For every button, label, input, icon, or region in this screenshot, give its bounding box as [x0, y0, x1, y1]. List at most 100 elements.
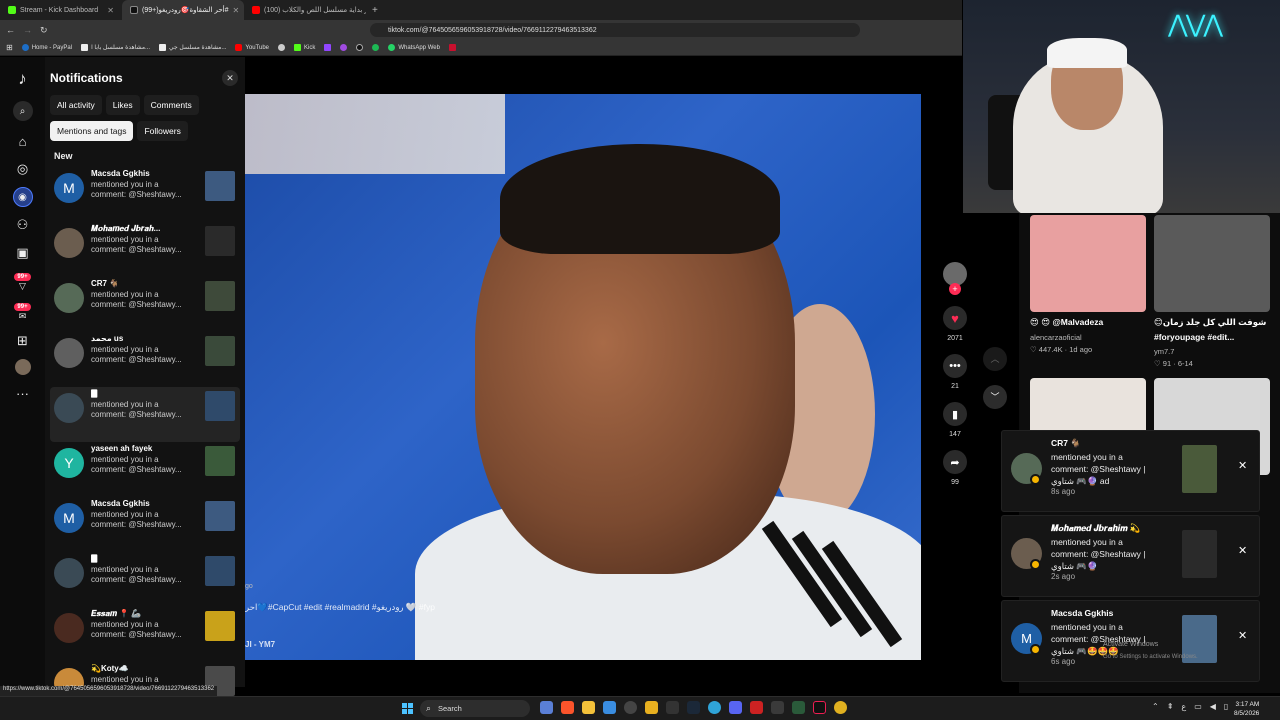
grid-user-1[interactable]: alencarzaoficial	[1030, 333, 1082, 342]
store-icon[interactable]	[603, 701, 616, 714]
bookmark-icon[interactable]: ▮	[943, 402, 967, 426]
friends-icon[interactable]: ⚇	[13, 215, 33, 235]
notification-avatar[interactable]	[54, 283, 84, 313]
notification-avatar[interactable]	[54, 613, 84, 643]
notification-username[interactable]: 💫Koty☁️	[91, 664, 191, 675]
share-icon[interactable]: ➦	[943, 450, 967, 474]
notification-row[interactable]: M Macsda Ggkhis mentioned you in a comment…	[50, 497, 240, 552]
toast-username[interactable]: CR7 🐐	[1051, 438, 1081, 449]
video-caption[interactable]: احر💙#CapCut #edit #realmadrid #رودريغو 🤍…	[245, 602, 435, 613]
app-icon[interactable]	[645, 701, 658, 714]
taskbar-search[interactable]: Search	[420, 700, 530, 717]
edge-icon[interactable]	[708, 701, 721, 714]
tab-kick[interactable]: Stream - Kick Dashboard ✕	[0, 0, 122, 20]
activity-icon[interactable]: 99+ ▽	[13, 271, 33, 293]
chevron-up-icon[interactable]: ⌃	[1152, 702, 1159, 711]
notification-username[interactable]: CR7 🐐	[91, 279, 191, 290]
notification-username[interactable]: 𝑴𝒐𝒉𝒂𝒎𝒆𝒅 𝑱𝒃𝒓𝒂𝒉...	[91, 224, 191, 235]
toast-close-icon[interactable]: ✕	[1238, 459, 1247, 472]
more-icon[interactable]: ···	[13, 383, 33, 403]
bookmark-youtube[interactable]: YouTube	[235, 44, 269, 51]
like-heart-icon[interactable]: ♥	[943, 306, 967, 330]
search-icon[interactable]: ⌕	[12, 101, 33, 121]
grid-title-1[interactable]: 😍 😍 @Malvadeza	[1030, 317, 1103, 328]
grid-user-2[interactable]: ym7.7	[1154, 347, 1174, 356]
explore-icon[interactable]: ◎	[13, 159, 33, 179]
follow-plus-icon[interactable]: +	[949, 283, 961, 295]
windows-start-icon[interactable]	[402, 703, 413, 714]
notification-video-thumbnail[interactable]	[205, 391, 235, 421]
usb-icon[interactable]: ⇞	[1167, 702, 1174, 711]
terminal-icon[interactable]	[666, 701, 679, 714]
profile-avatar[interactable]	[14, 359, 31, 375]
adobe-icon[interactable]	[750, 701, 763, 714]
bookmark-globe[interactable]	[278, 44, 285, 51]
notification-video-thumbnail[interactable]	[205, 336, 235, 366]
notification-row[interactable]: 🀫 mentioned you in a comment: @Sheshtawy.…	[50, 552, 240, 607]
close-notifications-button[interactable]: ✕	[222, 70, 238, 86]
bookmark-twitch[interactable]	[324, 44, 332, 51]
notification-row[interactable]: 𝑴𝒐𝒉𝒂𝒎𝒆𝒅 𝑱𝒃𝒓𝒂𝒉... mentioned you in a comme…	[50, 222, 240, 277]
toast-close-icon[interactable]: ✕	[1238, 544, 1247, 557]
home-icon[interactable]: ⌂	[13, 131, 33, 151]
bookmark-spotify[interactable]	[372, 44, 380, 51]
notification-username[interactable]: 🀫	[91, 554, 191, 565]
bookmark-2[interactable]: مشاهدة مسلسل جي...	[159, 44, 226, 51]
notification-username[interactable]: محمد us	[91, 334, 191, 345]
new-tab-button[interactable]: +	[366, 5, 384, 16]
brave-icon[interactable]	[561, 701, 574, 714]
toast-video-thumbnail[interactable]	[1182, 530, 1217, 578]
volume-icon[interactable]: ◀	[1210, 702, 1216, 711]
notification-avatar[interactable]	[54, 393, 84, 423]
forward-icon[interactable]: →	[23, 25, 32, 35]
next-video-chevron-down-icon[interactable]: ﹀	[983, 385, 1007, 409]
bookmark-whatsapp[interactable]: WhatsApp Web	[388, 44, 440, 51]
chrome-icon[interactable]	[834, 701, 847, 714]
upload-icon[interactable]: ⊞	[13, 331, 33, 351]
toast-close-icon[interactable]: ✕	[1238, 629, 1247, 642]
filter-mentions-tags[interactable]: Mentions and tags	[50, 121, 134, 141]
filter-comments[interactable]: Comments	[143, 95, 199, 115]
bookmark-kick[interactable]: Kick	[294, 44, 315, 51]
notification-avatar[interactable]	[54, 558, 84, 588]
bookmark-1[interactable]: مشاهدة مسلسل بابا ا...	[81, 44, 150, 51]
notification-username[interactable]: Macsda Ggkhis	[91, 499, 191, 510]
back-icon[interactable]: ←	[6, 25, 15, 35]
notification-avatar[interactable]: M	[54, 173, 84, 203]
filter-followers[interactable]: Followers	[137, 121, 188, 141]
tab-youtube[interactable]: (100) اثر بداية مسلسل اللص والكلاب ...✕	[244, 0, 366, 20]
battery-icon[interactable]: ▯	[1224, 702, 1228, 711]
grid-thumb-1[interactable]	[1030, 215, 1146, 312]
notification-video-thumbnail[interactable]	[205, 611, 235, 641]
file-explorer-icon[interactable]	[582, 701, 595, 714]
notification-username[interactable]: Macsda Ggkhis	[91, 169, 191, 180]
previous-video-chevron-up-icon[interactable]: ︿	[983, 347, 1007, 371]
comment-icon[interactable]: •••	[943, 354, 967, 378]
notification-row[interactable]: M Macsda Ggkhis mentioned you in a comment…	[50, 167, 240, 222]
close-tab-icon[interactable]: ✕	[233, 6, 240, 15]
copilot-icon[interactable]	[540, 701, 553, 714]
tiktok-logo-icon[interactable]: ♪	[13, 69, 33, 89]
messages-icon[interactable]: 99+ ✉	[13, 301, 33, 323]
notification-video-thumbnail[interactable]	[205, 226, 235, 256]
filter-likes[interactable]: Likes	[105, 95, 140, 115]
notification-avatar[interactable]	[54, 338, 84, 368]
notification-video-thumbnail[interactable]	[205, 501, 235, 531]
bookmark-paypal[interactable]: Home - PayPal	[21, 44, 72, 51]
tab-tiktok[interactable]: (99+)أحر الشقاوة🎯رودريغو# ✕	[122, 0, 244, 20]
notification-username[interactable]: 🀫	[91, 389, 191, 400]
notification-avatar[interactable]: M	[54, 503, 84, 533]
app3-icon[interactable]	[792, 701, 805, 714]
reload-icon[interactable]: ↻	[40, 25, 48, 36]
notification-row[interactable]: 🀫 mentioned you in a comment: @Sheshtawy.…	[50, 387, 240, 442]
notification-video-thumbnail[interactable]	[205, 446, 235, 476]
url-input[interactable]: tiktok.com/@7645056596053918728/video/76…	[370, 23, 860, 37]
taskbar-clock[interactable]: 3:17 AM 8/5/2026	[1234, 700, 1259, 718]
notification-avatar[interactable]	[54, 228, 84, 258]
following-icon[interactable]: ◉	[12, 187, 33, 207]
close-tab-icon[interactable]: ✕	[107, 6, 114, 15]
notification-username[interactable]: yaseen ah fayek	[91, 444, 191, 455]
filter-all-activity[interactable]: All activity	[50, 95, 102, 115]
notification-username[interactable]: 𝑬𝒔𝒔𝒂𝒎 📍 🦾	[91, 609, 191, 620]
bookmark-messenger[interactable]	[340, 44, 348, 51]
